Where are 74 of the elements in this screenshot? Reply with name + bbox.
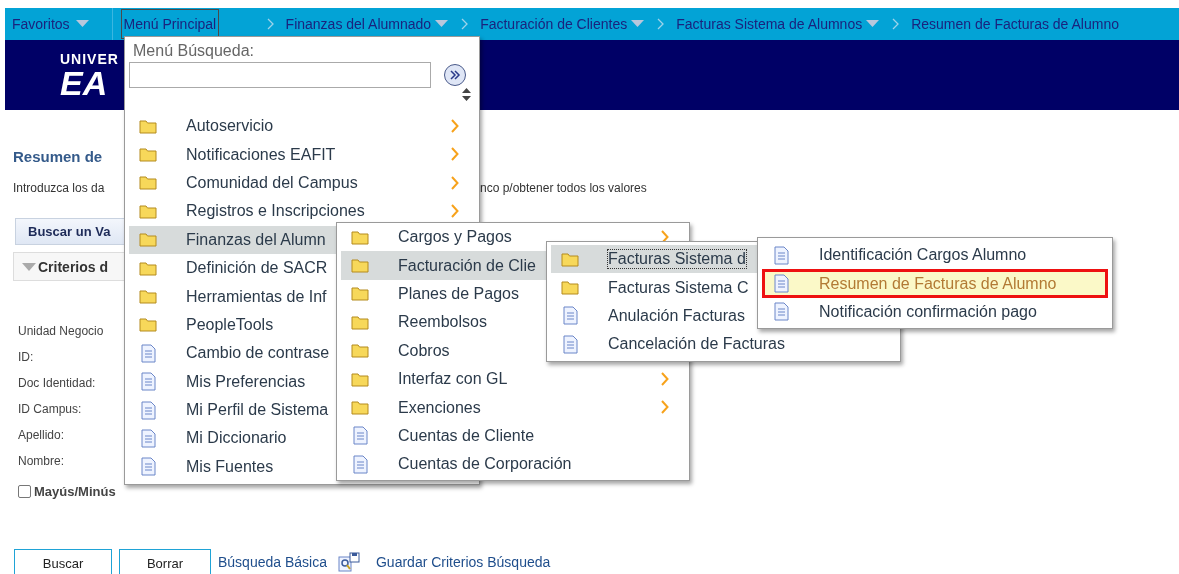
folder-icon (351, 229, 369, 245)
save-search-icon[interactable] (337, 552, 360, 572)
favorites-menu[interactable]: Favoritos (12, 16, 70, 32)
menu-item[interactable]: Cuentas de Cliente (341, 421, 685, 451)
folder-icon (139, 260, 157, 276)
folder-icon (139, 203, 157, 219)
document-icon (140, 429, 156, 448)
triangle-icon (22, 261, 36, 272)
document-icon (140, 400, 156, 420)
menu-item[interactable]: Comunidad del Campus (129, 168, 475, 198)
logo-text: EA (60, 66, 108, 99)
folder-icon (351, 371, 369, 387)
save-criteria-link[interactable]: Guardar Criterios Búsqueda (375, 554, 551, 570)
chevron-right-icon (461, 18, 469, 30)
chevron-right-icon (266, 18, 274, 30)
field-label: Apellido: (18, 427, 65, 444)
section-title: Criterios d (38, 258, 108, 275)
menu-item[interactable]: Exenciones (341, 393, 685, 422)
breadcrumb-link[interactable]: Facturación de Clientes (480, 16, 628, 32)
document-icon (562, 306, 578, 326)
document-icon (773, 302, 789, 322)
chevron-right-icon (657, 18, 665, 30)
folder-icon (351, 314, 369, 330)
document-icon (773, 274, 789, 294)
folder-icon (351, 258, 369, 274)
document-icon (140, 457, 156, 477)
folder-icon (139, 118, 157, 134)
chevron-right-icon (892, 18, 900, 30)
document-icon (140, 343, 156, 363)
folder-icon (139, 232, 157, 248)
instruction-text: Introduzca los da (13, 180, 105, 196)
basic-search-link[interactable]: Búsqueda Básica (218, 554, 327, 570)
action-button[interactable]: Buscar (14, 549, 112, 574)
menu-item[interactable]: Notificación confirmación pago (762, 297, 1108, 327)
field-label: Nombre: (18, 453, 64, 470)
menu-item[interactable]: Notificaciones EAFIT (129, 140, 475, 169)
logo-text: UNIVER (60, 51, 119, 67)
document-icon (140, 372, 156, 392)
document-icon (352, 454, 368, 474)
folder-icon (139, 289, 157, 305)
page-title: Resumen de (13, 147, 103, 167)
section-header[interactable]: Criterios d (13, 252, 126, 281)
menu-item[interactable]: Autoservicio (129, 112, 475, 141)
breadcrumb-link[interactable]: Facturas Sistema de Alumnos (676, 16, 863, 32)
search-tab[interactable]: Buscar un Va (15, 218, 125, 245)
folder-icon (351, 400, 369, 416)
field-label: ID: (18, 349, 34, 366)
field-label: Doc Identidad: (18, 375, 96, 392)
menu-item[interactable]: Cuentas de Corporación (341, 450, 685, 479)
document-icon (352, 426, 368, 446)
field-label: Unidad Negocio (18, 323, 104, 340)
checkbox[interactable] (18, 485, 31, 498)
folder-icon (561, 251, 579, 267)
sort-icon[interactable] (462, 88, 471, 101)
folder-icon (351, 343, 369, 359)
folder-icon (139, 317, 157, 333)
menu-item[interactable]: Interfaz con GL (341, 364, 685, 394)
folder-icon (139, 147, 157, 163)
menu-search-field[interactable] (129, 62, 431, 88)
instruction-text: nco p/obtener todos los valores (480, 180, 647, 196)
folder-icon (139, 175, 157, 191)
action-button[interactable]: Borrar (119, 549, 211, 574)
go-icon[interactable] (443, 63, 467, 87)
breadcrumb-link[interactable]: Resumen de Facturas de Alumno (911, 16, 1119, 32)
menu-item[interactable]: Registros e Inscripciones (129, 197, 475, 226)
menu-search-label: Menú Búsqueda: (133, 42, 255, 60)
menu-item[interactable]: Cancelación de Facturas (551, 330, 896, 359)
breadcrumb-link[interactable]: Finanzas del Alumnado (285, 16, 432, 32)
checkbox-label: Mayús/Minús (34, 484, 116, 499)
field-label: ID Campus: (18, 401, 82, 418)
menu-item[interactable]: Resumen de Facturas de Alumno (762, 269, 1108, 298)
document-icon (562, 334, 578, 354)
folder-icon (351, 286, 369, 302)
document-icon (773, 245, 789, 265)
